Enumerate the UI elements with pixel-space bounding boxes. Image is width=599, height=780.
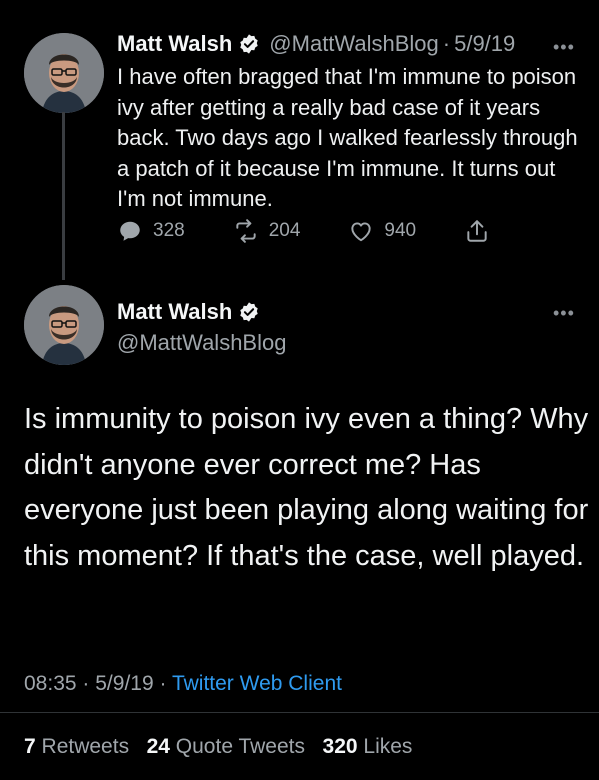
handle-row: @MattWalshBlog [117, 330, 286, 356]
verified-badge-icon [238, 33, 260, 55]
likes-stat[interactable]: 320 Likes [323, 735, 413, 758]
reply-icon [120, 221, 140, 241]
tweet-header: Matt Walsh [117, 299, 260, 325]
share-icon [467, 220, 487, 242]
verified-badge-icon [238, 301, 260, 323]
author-handle[interactable]: @MattWalshBlog [269, 31, 438, 57]
reply-button[interactable]: 328 [117, 218, 185, 244]
likes-label: Likes [363, 735, 413, 758]
heart-icon [351, 222, 372, 242]
author-name[interactable]: Matt Walsh [117, 31, 232, 57]
avatar-portrait [24, 285, 104, 365]
tweet-text: I have often bragged that I'm immune to … [117, 64, 578, 211]
client-link[interactable]: Twitter Web Client [172, 672, 342, 695]
retweet-count: 204 [268, 220, 301, 241]
avatar[interactable] [24, 285, 104, 365]
retweet-button[interactable]: 204 [233, 218, 301, 244]
author-handle[interactable]: @MattWalshBlog [117, 330, 286, 356]
tweet-text: Is immunity to poison ivy even a thing? … [24, 403, 589, 572]
retweets-count: 7 [24, 735, 36, 758]
quote-count: 24 [146, 735, 170, 758]
engagement-stats: 7 Retweets 24 Quote Tweets 320 Likes [24, 735, 412, 759]
likes-count: 320 [322, 735, 358, 758]
quote-label: Quote Tweets [175, 735, 305, 758]
retweets-stat[interactable]: 7 Retweets [24, 735, 129, 758]
avatar-portrait [24, 33, 104, 113]
divider [0, 712, 599, 713]
tweet-date[interactable]: 5/9/19 [95, 672, 153, 695]
separator: · [82, 672, 90, 695]
quote-tweets-stat[interactable]: 24 Quote Tweets [147, 735, 305, 758]
more-icon[interactable]: ••• [553, 303, 575, 324]
retweet-icon [236, 219, 256, 243]
tweet-thread-screen: Matt Walsh @MattWalshBlog · 5/9/19 ••• I… [0, 0, 599, 780]
more-icon[interactable]: ••• [553, 37, 575, 58]
avatar[interactable] [24, 33, 104, 113]
tweet-metadata: 08:35 · 5/9/19 · Twitter Web Client [24, 672, 342, 696]
like-button[interactable]: 940 [348, 218, 416, 244]
reply-count: 328 [153, 220, 185, 241]
separator: · [442, 31, 451, 56]
share-button[interactable] [464, 218, 500, 244]
author-name[interactable]: Matt Walsh [117, 299, 232, 325]
thread-connector-line [62, 112, 65, 280]
separator: · [159, 672, 167, 695]
tweet-actions: 328 204 940 [117, 218, 500, 244]
tweet-time[interactable]: 08:35 [24, 672, 77, 695]
tweet-header: Matt Walsh @MattWalshBlog · 5/9/19 [117, 31, 515, 57]
retweets-label: Retweets [41, 735, 130, 758]
like-count: 940 [384, 220, 417, 241]
tweet-date[interactable]: 5/9/19 [454, 31, 515, 57]
